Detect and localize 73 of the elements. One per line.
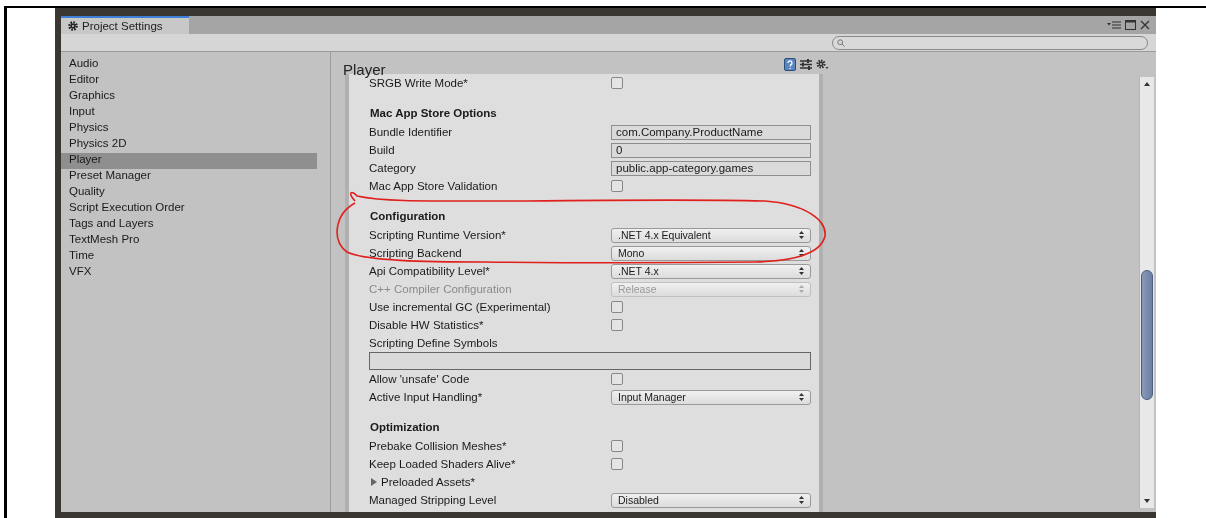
section-header: Optimization [369,420,441,435]
window-tab[interactable]: Project Settings [61,16,189,34]
field-label: Keep Loaded Shaders Alive* [369,458,517,470]
checkbox[interactable] [611,440,623,452]
inspector-title: Player [342,62,386,78]
field-label: Api Compatibility Level* [369,265,491,277]
menu-icon[interactable] [1107,21,1121,29]
checkbox[interactable] [611,458,623,470]
search-field[interactable] [832,35,1148,50]
settings-icon[interactable] [816,59,829,70]
maximize-icon[interactable] [1125,20,1136,30]
foldout-toggle[interactable]: Preloaded Assets* [369,476,475,488]
field-label: Prebake Collision Meshes* [369,440,508,452]
field-label: Bundle Identifier [369,126,454,138]
checkbox[interactable] [611,180,623,192]
sliders-icon[interactable] [800,59,812,70]
sidebar-item[interactable]: Time [61,249,317,265]
sidebar-item[interactable]: Player [61,153,317,169]
input-field[interactable] [369,352,811,370]
section-header: Configuration [369,209,447,224]
field-label: Allow 'unsafe' Code [369,373,471,385]
scroll-up-icon[interactable] [1143,80,1151,88]
checkbox[interactable] [611,77,623,89]
sidebar-item[interactable]: Quality [61,185,317,201]
field-label: Category [369,162,417,174]
gear-icon [68,21,78,31]
search-icon [837,38,845,47]
scroll-down-icon[interactable] [1143,497,1151,505]
updown-arrows-icon [799,249,804,257]
sidebar-item[interactable]: Input [61,105,317,121]
field-label: C++ Compiler Configuration [369,283,513,295]
dropdown[interactable]: .NET 4.x [611,263,811,279]
sidebar-item[interactable]: Tags and Layers [61,217,317,233]
field-label: Managed Stripping Level [369,494,498,506]
sidebar-item[interactable]: Graphics [61,89,317,105]
field-label: Use incremental GC (Experimental) [369,301,552,313]
updown-arrows-icon [799,285,804,293]
sidebar-item[interactable]: Preset Manager [61,169,317,185]
input-field[interactable]: public.app-category.games [611,160,811,176]
sidebar-item[interactable]: TextMesh Pro [61,233,317,249]
checkbox[interactable] [611,319,623,331]
dropdown[interactable]: Mono [611,245,811,261]
section-header: Mac App Store Options [369,106,498,121]
updown-arrows-icon [799,496,804,504]
field-label: Scripting Define Symbols [369,337,499,349]
checkbox[interactable] [611,373,623,385]
field-label: SRGB Write Mode* [369,77,469,89]
updown-arrows-icon [799,231,804,239]
field-label: Active Input Handling* [369,391,484,403]
sidebar-item[interactable]: Editor [61,73,317,89]
updown-arrows-icon [799,267,804,275]
field-label: Scripting Runtime Version* [369,229,507,241]
scrollbar-thumb[interactable] [1141,269,1153,400]
help-icon[interactable] [784,58,796,71]
field-label: Scripting Backend [369,247,463,259]
sidebar-item[interactable]: Script Execution Order [61,201,317,217]
checkbox[interactable] [611,301,623,313]
input-field[interactable]: 0 [611,142,811,158]
close-icon[interactable] [1140,20,1150,30]
sidebar-item[interactable]: Physics [61,121,317,137]
updown-arrows-icon [799,393,804,401]
scrollbar[interactable] [1139,77,1154,508]
triangle-right-icon [370,478,378,486]
dropdown[interactable]: Input Manager [611,389,811,405]
sidebar-item[interactable]: Physics 2D [61,137,317,153]
sidebar-item[interactable]: VFX [61,265,317,281]
dropdown[interactable]: Disabled [611,492,811,508]
dropdown[interactable]: .NET 4.x Equivalent [611,227,811,243]
sidebar-item[interactable]: Audio [61,57,317,73]
input-field[interactable]: com.Company.ProductName [611,124,811,140]
field-label: Disable HW Statistics* [369,319,485,331]
field-label: Build [369,144,396,156]
field-label: Mac App Store Validation [369,180,499,192]
